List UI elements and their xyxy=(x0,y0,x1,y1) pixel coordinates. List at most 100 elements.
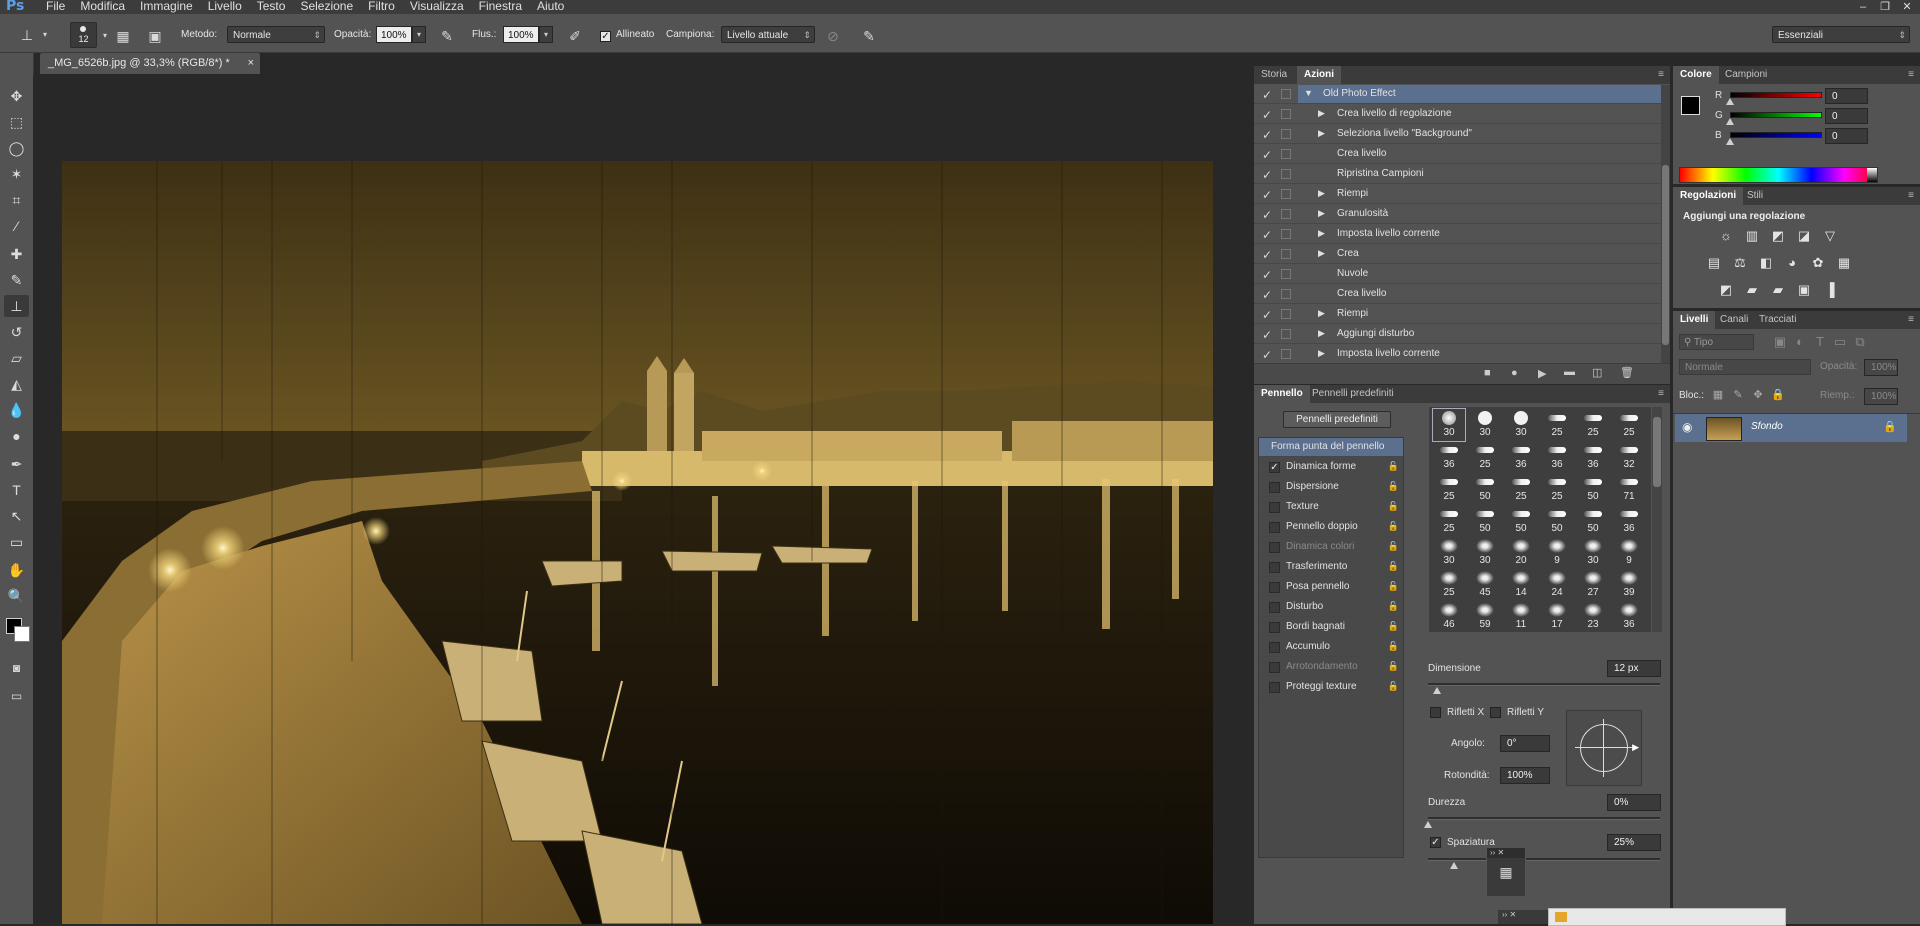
brush-option-checkbox[interactable] xyxy=(1269,502,1280,513)
brush-tip[interactable]: 17 xyxy=(1541,601,1573,632)
expand-arrow-icon[interactable]: ▶ xyxy=(1318,188,1325,199)
action-body[interactable]: Crea livello xyxy=(1298,145,1664,163)
color-balance-icon[interactable]: ⚖ xyxy=(1731,255,1749,271)
brush-tip[interactable]: 11 xyxy=(1505,601,1537,632)
action-toggle-check-icon[interactable]: ✓ xyxy=(1262,248,1272,262)
quick-mask-icon[interactable]: ◙ xyxy=(4,657,29,679)
channel-value-field[interactable]: 0 xyxy=(1825,88,1868,104)
move-tool-icon[interactable]: ✥ xyxy=(4,85,29,107)
action-body[interactable]: ▶ Crea xyxy=(1298,245,1664,263)
channel-mixer-icon[interactable]: ✿ xyxy=(1809,255,1827,271)
expand-arrow-icon[interactable]: ▶ xyxy=(1318,228,1325,239)
filter-type-icon[interactable]: T xyxy=(1811,334,1829,350)
path-selection-tool-icon[interactable]: ↖ xyxy=(4,505,29,527)
minimize-button[interactable]: – xyxy=(1852,0,1874,14)
spaziatura-slider[interactable] xyxy=(1428,858,1660,861)
brush-tip[interactable]: 25 xyxy=(1433,569,1465,601)
blend-mode-select[interactable]: Normale xyxy=(1679,359,1811,375)
close-document-icon[interactable]: × xyxy=(248,53,254,74)
layer-row[interactable]: ◉ Sfondo 🔒 xyxy=(1675,414,1907,442)
brush-tip[interactable]: 23 xyxy=(1577,601,1609,632)
brush-preset-picker[interactable]: 12 xyxy=(70,22,97,48)
brush-option-row[interactable]: Arrotondamento 🔓 xyxy=(1259,658,1403,677)
brush-option-checkbox[interactable] xyxy=(1269,482,1280,493)
selective-color-icon[interactable]: ▣ xyxy=(1795,282,1813,298)
blur-tool-icon[interactable]: 💧 xyxy=(4,399,29,421)
brush-option-checkbox[interactable] xyxy=(1269,602,1280,613)
brush-option-row[interactable]: Pennello doppio 🔓 xyxy=(1259,518,1403,537)
lock-position-icon[interactable]: ✥ xyxy=(1749,387,1767,403)
floating-panel-header[interactable]: ›› ✕ xyxy=(1498,910,1550,924)
workspace-select[interactable]: Essenziali xyxy=(1772,26,1910,44)
action-row[interactable]: ✓ ▶ Crea xyxy=(1254,245,1664,264)
channel-slider[interactable] xyxy=(1730,92,1822,98)
brush-option-checkbox[interactable] xyxy=(1269,542,1280,553)
expand-arrow-icon[interactable]: ▶ xyxy=(1318,348,1325,359)
action-dialog-toggle[interactable] xyxy=(1281,209,1291,219)
action-body[interactable]: ▼ Old Photo Effect xyxy=(1298,85,1664,103)
action-toggle-check-icon[interactable]: ✓ xyxy=(1262,148,1272,162)
brush-option-checkbox[interactable]: ✓ xyxy=(1269,462,1280,473)
spaziatura-slider-thumb[interactable] xyxy=(1450,862,1458,869)
brush-tip[interactable]: 25 xyxy=(1541,473,1573,505)
lock-icon[interactable]: 🔓 xyxy=(1388,621,1399,632)
posterize-icon[interactable]: ▰ xyxy=(1743,282,1761,298)
play-icon[interactable]: ▶ xyxy=(1538,367,1546,380)
lock-icon[interactable]: 🔓 xyxy=(1388,521,1399,532)
brush-tip[interactable]: 46 xyxy=(1433,601,1465,632)
durezza-slider[interactable] xyxy=(1428,817,1660,820)
curves-icon[interactable]: ◩ xyxy=(1769,228,1787,244)
brush-option-row[interactable]: Dispersione 🔓 xyxy=(1259,478,1403,497)
lock-transparent-icon[interactable]: ▦ xyxy=(1709,387,1727,403)
brush-tip[interactable]: 36 xyxy=(1577,441,1609,473)
type-tool-icon[interactable]: T xyxy=(4,479,29,501)
action-toggle-check-icon[interactable]: ✓ xyxy=(1262,348,1272,362)
brush-tip[interactable]: 14 xyxy=(1505,569,1537,601)
action-toggle-check-icon[interactable]: ✓ xyxy=(1262,308,1272,322)
spaziatura-checkbox[interactable]: ✓ xyxy=(1430,837,1441,848)
action-body[interactable]: Nuvole xyxy=(1298,265,1664,283)
menu-finestra[interactable]: Finestra xyxy=(479,0,531,13)
action-dialog-toggle[interactable] xyxy=(1281,349,1291,359)
channel-slider-thumb[interactable] xyxy=(1726,138,1734,145)
hue-saturation-icon[interactable]: ▤ xyxy=(1705,255,1723,271)
lock-icon[interactable]: 🔓 xyxy=(1388,581,1399,592)
action-body[interactable]: ▶ Granulosità xyxy=(1298,205,1664,223)
channel-slider-thumb[interactable] xyxy=(1726,98,1734,105)
expand-arrow-icon[interactable]: ▶ xyxy=(1318,208,1325,219)
lock-icon[interactable]: 🔓 xyxy=(1388,681,1399,692)
record-icon[interactable]: ● xyxy=(1511,367,1518,379)
tab-storia[interactable]: Storia xyxy=(1254,66,1294,84)
marquee-tool-icon[interactable]: ⬚ xyxy=(4,111,29,133)
dimensione-slider[interactable] xyxy=(1428,683,1660,686)
brush-tip[interactable]: 24 xyxy=(1541,569,1573,601)
clone-stamp-tool-icon[interactable]: ⊥ xyxy=(4,295,29,317)
durezza-field[interactable]: 0% xyxy=(1607,794,1661,811)
brush-tip[interactable]: 39 xyxy=(1613,569,1645,601)
dimensione-slider-thumb[interactable] xyxy=(1433,687,1441,694)
brush-tip[interactable]: 36 xyxy=(1541,441,1573,473)
channel-slider-thumb[interactable] xyxy=(1726,118,1734,125)
tab-campioni[interactable]: Campioni xyxy=(1718,66,1774,84)
tab-colore[interactable]: Colore xyxy=(1673,66,1719,84)
action-body[interactable]: ▶ Crea livello di regolazione xyxy=(1298,105,1664,123)
spaziatura-field[interactable]: 25% xyxy=(1607,834,1661,851)
brush-tip[interactable]: 25 xyxy=(1505,473,1537,505)
action-body[interactable]: ▶ Aggiungi disturbo xyxy=(1298,325,1664,343)
paint-bucket-tool-icon[interactable]: ◭ xyxy=(4,373,29,395)
brush-option-checkbox[interactable] xyxy=(1269,582,1280,593)
document-image[interactable] xyxy=(62,161,1213,924)
expand-arrow-icon[interactable]: ▶ xyxy=(1318,128,1325,139)
panel-menu-icon[interactable]: ≡ xyxy=(1908,190,1914,201)
brush-option-checkbox[interactable] xyxy=(1269,622,1280,633)
lock-icon[interactable]: 🔓 xyxy=(1388,461,1399,472)
opacita-field[interactable]: 100% xyxy=(376,26,412,43)
history-brush-tool-icon[interactable]: ↺ xyxy=(4,321,29,343)
toggle-clone-source-icon[interactable]: ▣ xyxy=(146,28,164,44)
black-white-icon[interactable]: ◧ xyxy=(1757,255,1775,271)
layer-filter-select[interactable]: ⚲ Tipo xyxy=(1679,334,1754,350)
color-lookup-icon[interactable]: ▦ xyxy=(1835,255,1853,271)
panel-menu-icon[interactable]: ≡ xyxy=(1908,314,1914,325)
floating-mini-panel[interactable]: ›› ✕ ▦ xyxy=(1486,847,1526,897)
brush-tip[interactable]: 25 xyxy=(1433,473,1465,505)
